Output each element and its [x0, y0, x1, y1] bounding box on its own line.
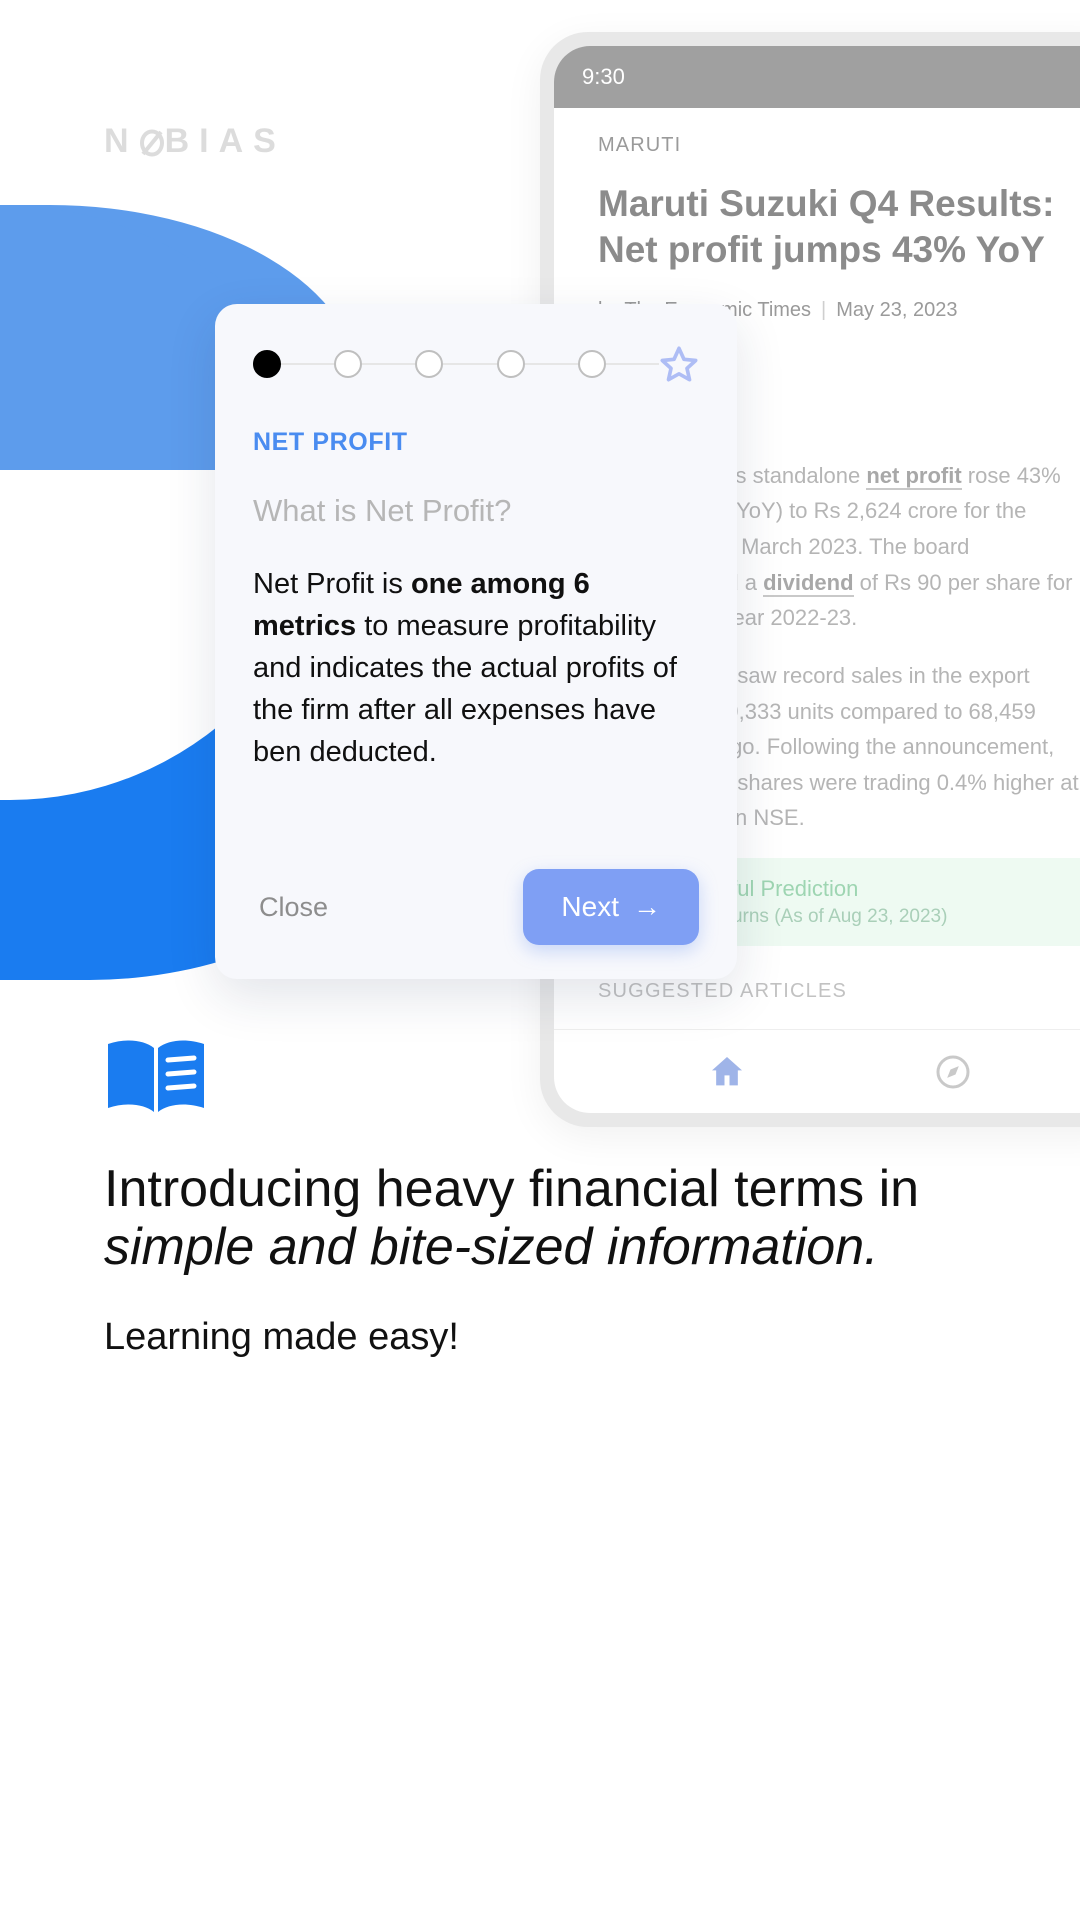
promo-heading-italic: simple and bite-sized information.: [104, 1218, 879, 1277]
book-icon: [104, 1036, 208, 1116]
status-time: 9:30: [582, 64, 625, 89]
promo-heading-line1: Introducing heavy financial terms: [104, 1160, 865, 1218]
step-dot-5[interactable]: [577, 350, 606, 378]
step-line-5: [605, 363, 660, 365]
byline-date: May 23, 2023: [836, 298, 958, 321]
dividend-link[interactable]: dividend: [763, 569, 854, 597]
status-bar: 9:30: [554, 46, 1080, 108]
article-headline: Maruti Suzuki Q4 Results: Net profit jum…: [598, 183, 1055, 270]
step-line-1: [281, 363, 335, 365]
tooltip-body: Net Profit is one among 6 metrics to mea…: [253, 563, 699, 773]
next-button-label: Next: [561, 891, 619, 923]
tooltip-actions: Close Next →: [253, 869, 699, 946]
logo-slashed-o-icon: [139, 126, 165, 158]
step-dot-3[interactable]: [415, 350, 444, 378]
tab-explore[interactable]: [933, 1052, 973, 1092]
promo-heading: Introducing heavy financial terms in sim…: [104, 1160, 924, 1276]
step-line-3: [443, 363, 497, 365]
bottom-tab-bar: [554, 1029, 1080, 1113]
next-button[interactable]: Next →: [523, 869, 699, 946]
step-dot-4[interactable]: [496, 350, 525, 378]
tooltip-question: What is Net Profit?: [253, 493, 512, 528]
arrow-right-icon: →: [633, 891, 661, 923]
promo-subheading: Learning made easy!: [104, 1316, 459, 1359]
promo-heading-prefix: in: [878, 1160, 920, 1218]
tooltip-kicker: NET PROFIT: [253, 428, 408, 456]
byline-separator: |: [821, 298, 827, 321]
star-icon[interactable]: [659, 344, 699, 384]
tab-home[interactable]: [707, 1052, 747, 1092]
promo-copy: Introducing heavy financial terms in sim…: [104, 1160, 924, 1359]
tooltip-body-pre: Net Profit is: [253, 568, 411, 600]
step-dot-2[interactable]: [334, 350, 363, 378]
step-line-4: [524, 363, 578, 365]
step-line-2: [362, 363, 416, 365]
brand-logo: N BIAS: [104, 122, 286, 161]
close-button[interactable]: Close: [253, 884, 334, 931]
logo-text-part1: N: [104, 122, 139, 160]
step-dot-1[interactable]: [253, 350, 281, 378]
onboarding-tooltip-card: NET PROFIT What is Net Profit? Net Profi…: [215, 304, 737, 980]
step-indicator: [253, 344, 699, 384]
net-profit-link[interactable]: net profit: [866, 462, 962, 490]
logo-text-part2: BIAS: [164, 122, 286, 160]
article-ticker: MARUTI: [598, 134, 682, 156]
